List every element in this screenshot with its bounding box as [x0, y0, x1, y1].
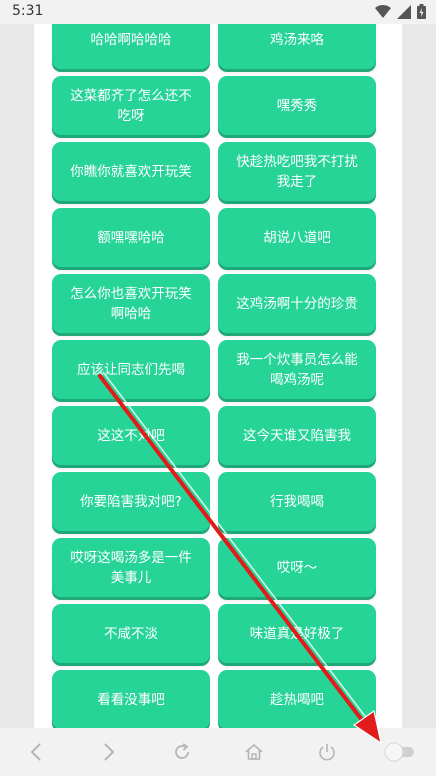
refresh-icon: [174, 743, 189, 759]
phrase-button[interactable]: 哈哈啊哈哈哈: [52, 24, 210, 69]
phrase-button[interactable]: 这菜都齐了怎么还不吃呀: [52, 76, 210, 135]
phrase-button[interactable]: 行我喝喝: [218, 472, 376, 531]
home-icon: [245, 743, 263, 760]
home-button[interactable]: [234, 732, 274, 772]
phrase-button[interactable]: 我一个炊事员怎么能喝鸡汤呢: [218, 340, 376, 399]
refresh-button[interactable]: [162, 732, 202, 772]
phrase-button[interactable]: 胡说八道吧: [218, 208, 376, 267]
phrase-button[interactable]: 味道真是好极了: [218, 604, 376, 663]
phrase-button[interactable]: 哎呀这喝汤多是一件美事儿: [52, 538, 210, 597]
phrase-button[interactable]: 看看没事吧: [52, 670, 210, 728]
battery-icon: [417, 4, 426, 19]
forward-button[interactable]: [89, 732, 129, 772]
wifi-icon: [375, 4, 391, 18]
phrase-button[interactable]: 嘿秀秀: [218, 76, 376, 135]
toggle-switch[interactable]: [380, 732, 420, 772]
phrase-button[interactable]: 这鸡汤啊十分的珍贵: [218, 274, 376, 333]
toggle-icon: [384, 742, 414, 762]
phrase-button[interactable]: 快趁热吃吧我不打扰我走了: [218, 142, 376, 201]
content-panel: 哈哈啊哈哈哈 鸡汤来咯 这菜都齐了怎么还不吃呀 嘿秀秀 你瞧你就喜欢开玩笑 快趁…: [34, 24, 402, 728]
phrase-button[interactable]: 你要陷害我对吧?: [52, 472, 210, 531]
browser-nav-bar: [0, 728, 436, 776]
phrase-button[interactable]: 不咸不淡: [52, 604, 210, 663]
status-bar: 5:31: [0, 0, 436, 24]
chevron-right-icon: [104, 743, 115, 761]
phrase-button[interactable]: 应该让同志们先喝: [52, 340, 210, 399]
status-icons: [375, 4, 426, 19]
phrase-button[interactable]: 额嘿嘿哈哈: [52, 208, 210, 267]
phrase-button[interactable]: 怎么你也喜欢开玩笑啊哈哈: [52, 274, 210, 333]
phrase-grid: 哈哈啊哈哈哈 鸡汤来咯 这菜都齐了怎么还不吃呀 嘿秀秀 你瞧你就喜欢开玩笑 快趁…: [52, 24, 376, 728]
power-button[interactable]: [307, 732, 347, 772]
signal-icon: [397, 4, 411, 19]
phrase-button[interactable]: 这今天谁又陷害我: [218, 406, 376, 465]
phrase-button[interactable]: 鸡汤来咯: [218, 24, 376, 69]
phrase-button[interactable]: 趁热喝吧: [218, 670, 376, 728]
power-icon: [319, 744, 335, 761]
chevron-left-icon: [30, 743, 42, 761]
phrase-button[interactable]: 哎呀～: [218, 538, 376, 597]
phrase-button[interactable]: 这这不对吧: [52, 406, 210, 465]
status-time: 5:31: [12, 3, 44, 19]
back-button[interactable]: [16, 732, 56, 772]
phrase-button[interactable]: 你瞧你就喜欢开玩笑: [52, 142, 210, 201]
